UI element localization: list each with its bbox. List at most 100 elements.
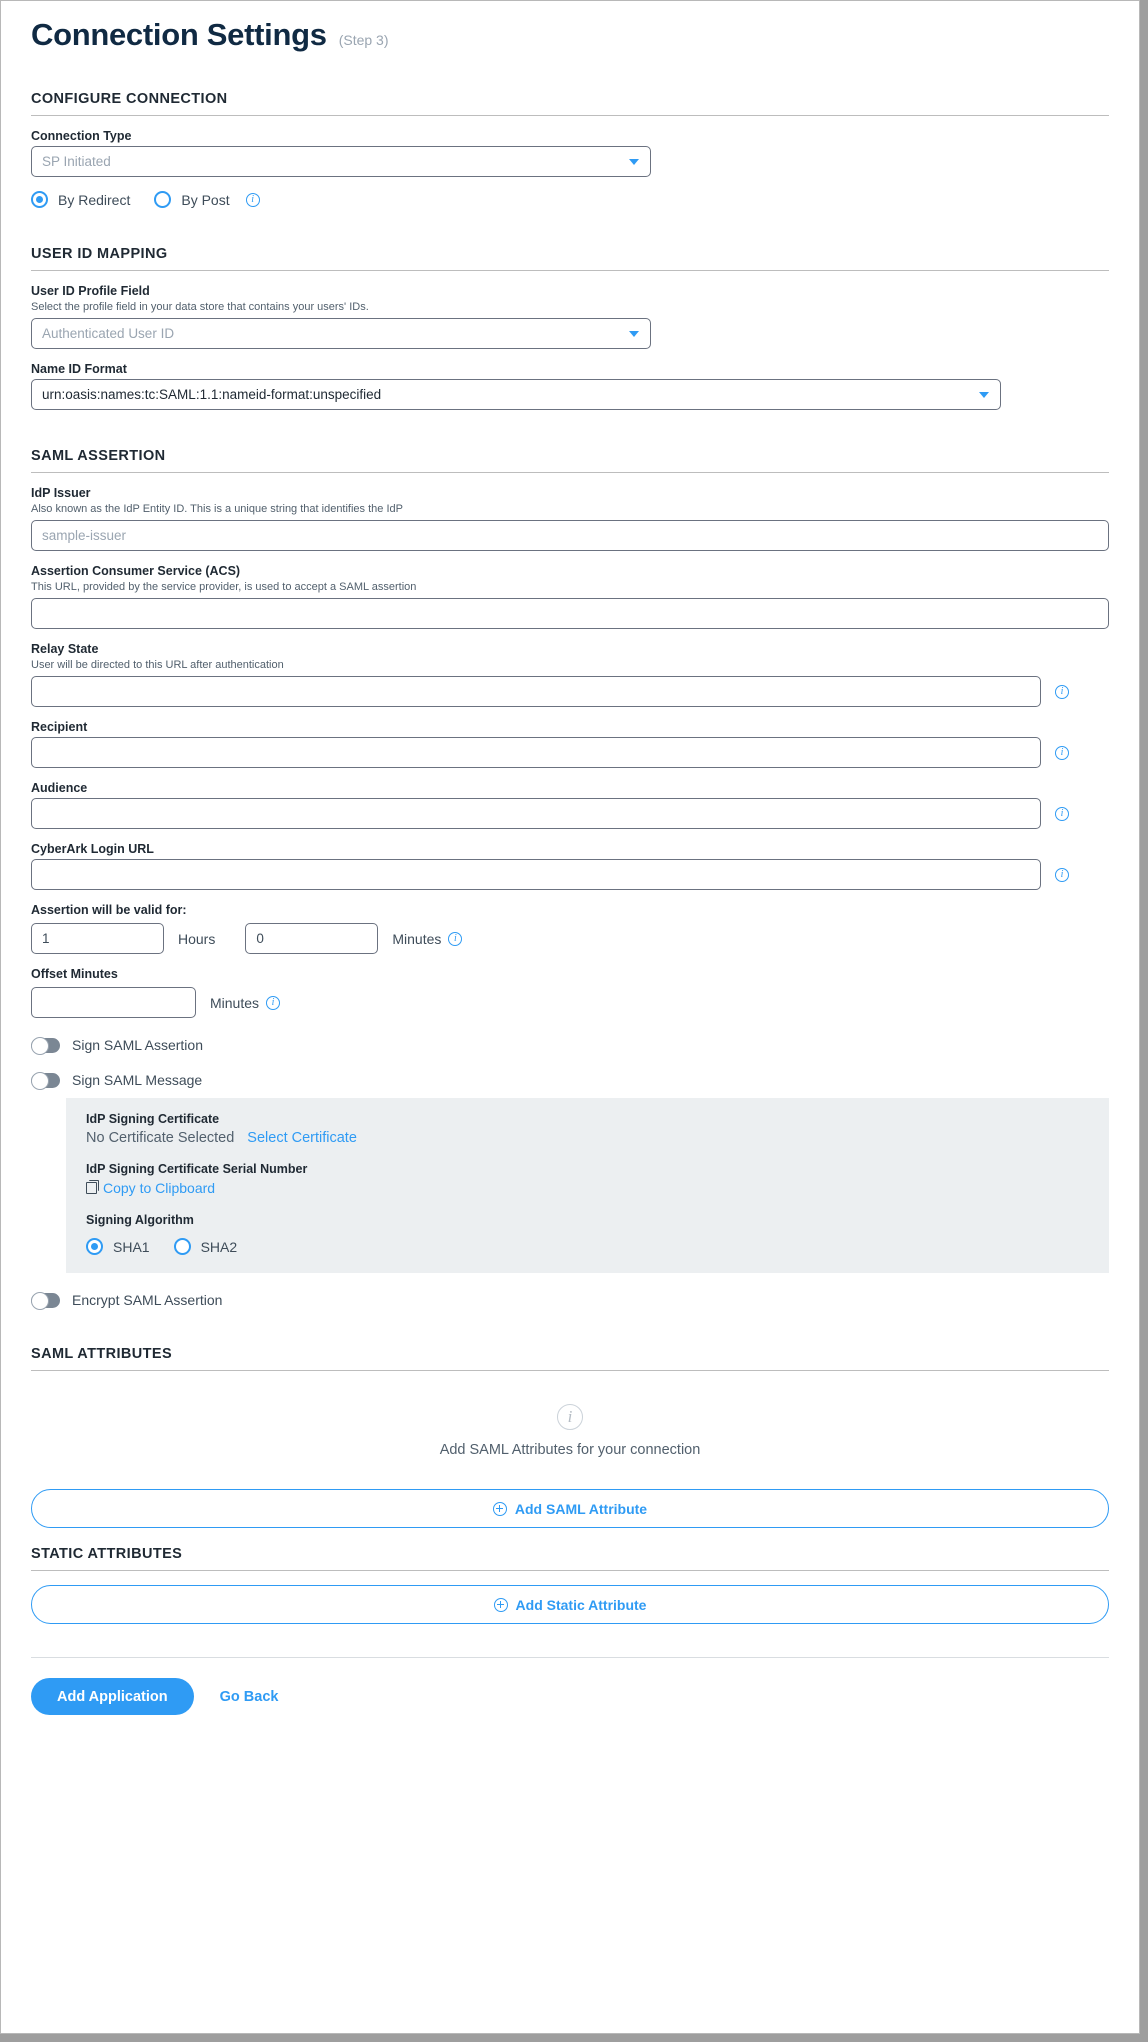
chevron-down-icon bbox=[629, 330, 639, 337]
radio-sha1[interactable] bbox=[86, 1238, 103, 1255]
step-indicator: (Step 3) bbox=[338, 32, 389, 48]
info-icon[interactable]: i bbox=[1055, 806, 1069, 821]
footer-divider bbox=[31, 1657, 1109, 1658]
toggle-sign-saml-assertion[interactable] bbox=[31, 1036, 60, 1055]
add-static-attribute-button[interactable]: Add Static Attribute bbox=[31, 1585, 1109, 1624]
field-idp-issuer: IdP Issuer Also known as the IdP Entity … bbox=[31, 486, 1109, 551]
cyberark-login-url-input[interactable] bbox=[31, 859, 1041, 890]
section-heading-saml-assertion: SAML ASSERTION bbox=[31, 448, 166, 464]
radio-by-post[interactable] bbox=[154, 191, 172, 208]
idp-issuer-placeholder: sample-issuer bbox=[42, 528, 127, 543]
audience-input[interactable] bbox=[31, 798, 1041, 829]
idp-issuer-label: IdP Issuer bbox=[31, 486, 91, 500]
radio-sha2-label: SHA2 bbox=[200, 1238, 238, 1255]
radio-sha2[interactable] bbox=[173, 1238, 191, 1255]
add-static-attribute-label: Add Static Attribute bbox=[515, 1596, 647, 1613]
idp-issuer-input[interactable]: sample-issuer bbox=[31, 520, 1109, 551]
acs-help: This URL, provided by the service provid… bbox=[31, 581, 417, 593]
go-back-button[interactable]: Go Back bbox=[220, 1689, 279, 1705]
cyberark-login-url-label: CyberArk Login URL bbox=[31, 842, 154, 856]
add-saml-attribute-label: Add SAML Attribute bbox=[514, 1500, 648, 1517]
toggle-sign-saml-assertion-row: Sign SAML Assertion bbox=[31, 1036, 1109, 1055]
recipient-label: Recipient bbox=[31, 720, 88, 734]
idp-signing-certificate-label: IdP Signing Certificate bbox=[86, 1112, 220, 1126]
user-id-profile-value: Authenticated User ID bbox=[42, 326, 175, 341]
info-icon[interactable]: i bbox=[1055, 684, 1069, 699]
chevron-down-icon bbox=[979, 391, 989, 398]
relay-state-label: Relay State bbox=[31, 642, 99, 656]
add-saml-attribute-button[interactable]: Add SAML Attribute bbox=[31, 1489, 1109, 1528]
recipient-input[interactable] bbox=[31, 737, 1041, 768]
info-icon[interactable]: i bbox=[245, 192, 260, 207]
connection-settings-window: Connection Settings (Step 3) CONFIGURE C… bbox=[0, 0, 1140, 2034]
info-icon[interactable]: i bbox=[448, 931, 463, 946]
field-audience: Audience i bbox=[31, 781, 1109, 829]
certificate-serial-number-label: IdP Signing Certificate Serial Number bbox=[86, 1162, 308, 1176]
toggle-encrypt-saml-assertion-label: Encrypt SAML Assertion bbox=[72, 1292, 223, 1308]
assertion-validity-label: Assertion will be valid for: bbox=[31, 903, 187, 917]
radio-by-redirect[interactable] bbox=[31, 191, 48, 208]
connection-type-select[interactable]: SP Initiated bbox=[31, 146, 651, 177]
acs-input[interactable] bbox=[31, 598, 1109, 629]
saml-attributes-empty-text: Add SAML Attributes for your connection bbox=[439, 1442, 701, 1458]
copy-to-clipboard-button[interactable]: Copy to Clipboard bbox=[86, 1180, 1089, 1196]
radio-by-redirect-label: By Redirect bbox=[58, 191, 131, 208]
validity-hours-value: 1 bbox=[42, 931, 50, 946]
name-id-format-select[interactable]: urn:oasis:names:tc:SAML:1.1:nameid-forma… bbox=[31, 379, 1001, 410]
footer-actions: Add Application Go Back bbox=[31, 1678, 1109, 1715]
page-content: Connection Settings (Step 3) CONFIGURE C… bbox=[1, 1, 1139, 1715]
acs-label: Assertion Consumer Service (ACS) bbox=[31, 564, 241, 578]
user-id-profile-help: Select the profile field in your data st… bbox=[31, 301, 369, 313]
relay-state-input[interactable] bbox=[31, 676, 1041, 707]
section-divider bbox=[31, 472, 1109, 473]
info-icon[interactable]: i bbox=[266, 995, 281, 1010]
signing-algorithm-label: Signing Algorithm bbox=[86, 1213, 194, 1227]
copy-to-clipboard-label: Copy to Clipboard bbox=[103, 1180, 216, 1196]
section-heading-configure-connection: CONFIGURE CONNECTION bbox=[31, 91, 228, 107]
audience-label: Audience bbox=[31, 781, 88, 795]
toggle-sign-saml-message-row: Sign SAML Message bbox=[31, 1071, 1109, 1090]
binding-radio-group: By Redirect By Post i bbox=[31, 191, 1109, 208]
radio-by-post-label: By Post bbox=[181, 191, 230, 208]
validity-hours-unit: Hours bbox=[178, 930, 216, 947]
validity-minutes-unit: Minutes bbox=[392, 930, 442, 947]
info-icon[interactable]: i bbox=[1055, 745, 1069, 760]
field-connection-type: Connection Type SP Initiated bbox=[31, 129, 1109, 177]
field-user-id-profile: User ID Profile Field Select the profile… bbox=[31, 284, 1109, 349]
name-id-format-label: Name ID Format bbox=[31, 362, 127, 376]
validity-hours-input[interactable]: 1 bbox=[31, 923, 164, 954]
connection-type-value: SP Initiated bbox=[42, 154, 111, 169]
offset-minutes-input[interactable] bbox=[31, 987, 196, 1018]
page-title: Connection Settings bbox=[31, 17, 327, 52]
plus-circle-icon bbox=[493, 1597, 508, 1612]
section-divider bbox=[31, 1370, 1109, 1371]
toggle-sign-saml-message[interactable] bbox=[31, 1071, 60, 1090]
copy-icon bbox=[86, 1180, 99, 1194]
info-icon[interactable]: i bbox=[1055, 867, 1069, 882]
signing-algorithm-radio-group: SHA1 SHA2 bbox=[86, 1238, 1089, 1255]
field-acs: Assertion Consumer Service (ACS) This UR… bbox=[31, 564, 1109, 629]
toggle-encrypt-saml-assertion[interactable] bbox=[31, 1291, 60, 1310]
validity-minutes-input[interactable]: 0 bbox=[245, 923, 379, 954]
connection-type-label: Connection Type bbox=[31, 129, 132, 143]
idp-signing-certificate-value: No Certificate Selected bbox=[86, 1130, 235, 1146]
idp-signing-certificate-panel: IdP Signing Certificate No Certificate S… bbox=[66, 1098, 1109, 1273]
name-id-format-value: urn:oasis:names:tc:SAML:1.1:nameid-forma… bbox=[42, 387, 382, 402]
chevron-down-icon bbox=[629, 158, 639, 165]
section-heading-saml-attributes: SAML ATTRIBUTES bbox=[31, 1346, 173, 1362]
info-icon: i bbox=[557, 1404, 583, 1430]
add-application-button[interactable]: Add Application bbox=[31, 1678, 194, 1715]
field-name-id-format: Name ID Format urn:oasis:names:tc:SAML:1… bbox=[31, 362, 1109, 410]
user-id-profile-label: User ID Profile Field bbox=[31, 284, 150, 298]
select-certificate-link[interactable]: Select Certificate bbox=[247, 1130, 357, 1146]
user-id-profile-select[interactable]: Authenticated User ID bbox=[31, 318, 651, 349]
section-divider bbox=[31, 1570, 1109, 1571]
section-divider bbox=[31, 270, 1109, 271]
radio-sha1-label: SHA1 bbox=[113, 1238, 150, 1255]
section-heading-static-attributes: STATIC ATTRIBUTES bbox=[31, 1546, 183, 1562]
field-offset-minutes: Offset Minutes Minutes i bbox=[31, 967, 1109, 1018]
section-divider bbox=[31, 115, 1109, 116]
offset-minutes-unit: Minutes bbox=[210, 994, 260, 1011]
toggle-sign-saml-message-label: Sign SAML Message bbox=[72, 1072, 203, 1088]
field-assertion-validity: Assertion will be valid for: 1 Hours 0 M… bbox=[31, 903, 1109, 954]
